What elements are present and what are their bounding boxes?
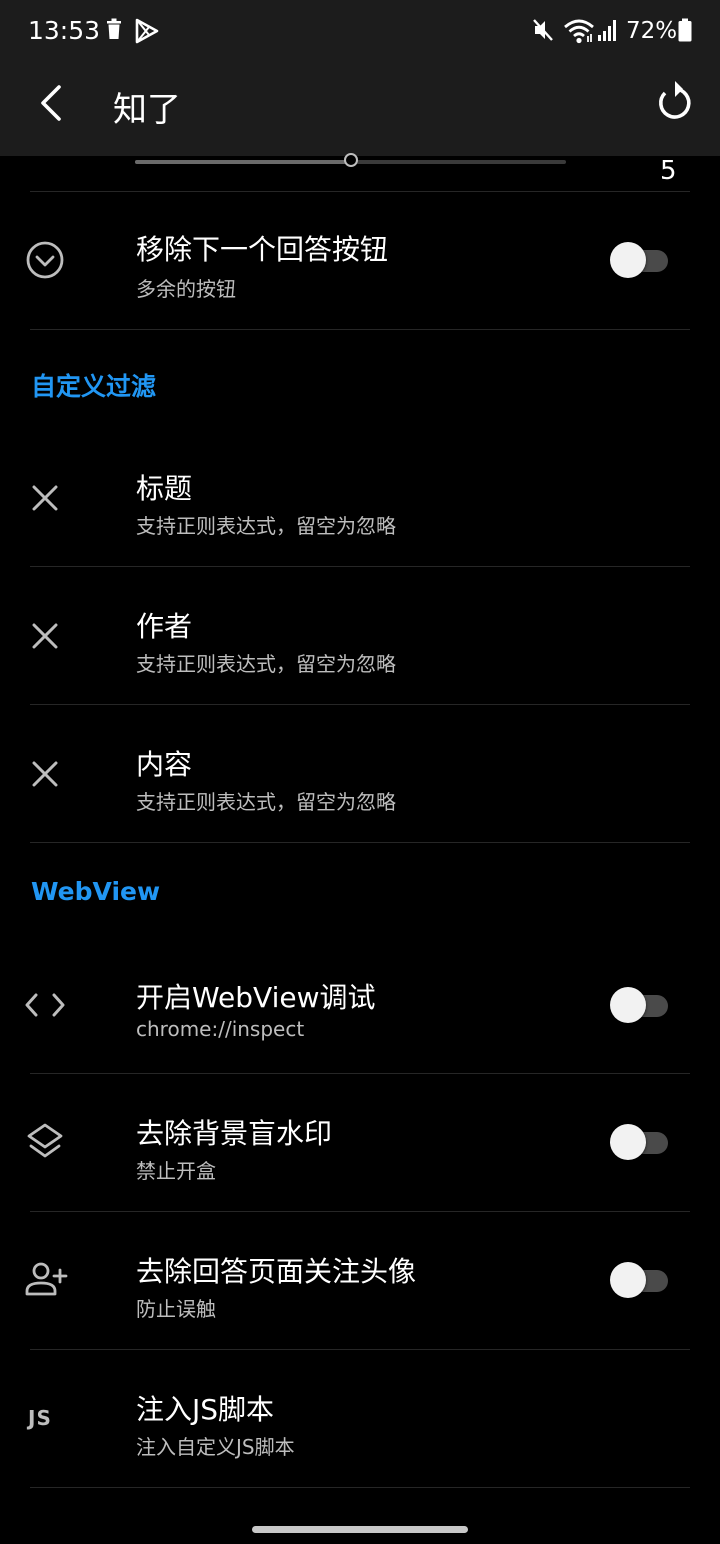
code-icon <box>25 993 65 1017</box>
cell-signal-icon <box>598 20 616 41</box>
status-bar: 13:53 72% <box>0 0 720 50</box>
page-title: 知了 <box>113 90 181 130</box>
section-header-webview: WebView <box>31 877 161 906</box>
battery-icon <box>678 18 692 42</box>
status-time: 13:53 <box>28 16 101 45</box>
person-add-icon <box>25 1262 68 1296</box>
toggle-knob <box>610 242 646 278</box>
toggle-knob <box>610 987 646 1023</box>
row-title: 去除背景盲水印 <box>136 1117 333 1150</box>
layers-icon <box>27 1123 63 1158</box>
slider-value: 5 <box>660 156 677 186</box>
remove-next-answer-toggle[interactable] <box>610 240 668 280</box>
toggle-knob <box>610 1124 646 1160</box>
divider <box>30 842 690 843</box>
slider-track[interactable] <box>135 153 566 167</box>
row-subtitle: 注入自定义JS脚本 <box>136 1435 295 1459</box>
row-subtitle: chrome://inspect <box>136 1017 305 1041</box>
row-subtitle: 支持正则表达式，留空为忽略 <box>136 514 396 538</box>
row-title: 作者 <box>136 610 193 643</box>
slider-thumb[interactable] <box>343 153 358 167</box>
close-icon <box>32 623 58 649</box>
webview-debug-row[interactable]: 开启WebView调试 chrome://inspect <box>0 937 720 1073</box>
row-subtitle: 多余的按钮 <box>136 277 236 301</box>
section-header-custom-filter: 自定义过滤 <box>31 372 157 401</box>
trash-icon <box>107 18 121 39</box>
row-subtitle: 防止误触 <box>136 1297 216 1321</box>
row-title: 去除回答页面关注头像 <box>136 1255 417 1288</box>
row-subtitle: 支持正则表达式，留空为忽略 <box>136 790 396 814</box>
remove-watermark-row[interactable]: 去除背景盲水印 禁止开盒 <box>0 1074 720 1211</box>
app-bar: 知了 <box>0 50 720 156</box>
filter-title-row[interactable]: 标题 支持正则表达式，留空为忽略 <box>0 429 720 566</box>
row-title: 开启WebView调试 <box>136 981 376 1014</box>
back-arrow-icon[interactable] <box>24 76 78 130</box>
filter-content-row[interactable]: 内容 支持正则表达式，留空为忽略 <box>0 705 720 842</box>
slider-fill <box>135 160 351 164</box>
mute-icon <box>533 19 553 41</box>
row-title: 注入JS脚本 <box>136 1393 275 1426</box>
remove-follow-avatar-row[interactable]: 去除回答页面关注头像 防止误触 <box>0 1212 720 1349</box>
refresh-icon[interactable] <box>648 76 702 130</box>
filter-author-row[interactable]: 作者 支持正则表达式，留空为忽略 <box>0 567 720 704</box>
preference-slider[interactable]: 5 <box>0 153 720 192</box>
js-icon: JS <box>28 1406 52 1430</box>
remove-follow-avatar-toggle[interactable] <box>610 1260 668 1300</box>
close-icon <box>32 485 58 511</box>
row-title: 移除下一个回答按钮 <box>136 233 389 266</box>
row-title: 内容 <box>136 748 193 781</box>
wifi-icon <box>564 19 594 44</box>
close-icon <box>32 761 58 787</box>
play-store-icon <box>135 18 159 44</box>
remove-watermark-toggle[interactable] <box>610 1122 668 1162</box>
home-indicator[interactable] <box>252 1526 468 1533</box>
webview-debug-toggle[interactable] <box>610 985 668 1025</box>
row-subtitle: 支持正则表达式，留空为忽略 <box>136 652 396 676</box>
chevron-circle-down-icon <box>26 241 64 279</box>
inject-js-row[interactable]: JS 注入JS脚本 注入自定义JS脚本 <box>0 1350 720 1487</box>
remove-next-answer-row[interactable]: 移除下一个回答按钮 多余的按钮 <box>0 192 720 329</box>
toggle-knob <box>610 1262 646 1298</box>
battery-percent: 72% <box>626 18 678 44</box>
row-title: 标题 <box>136 472 193 505</box>
divider <box>30 329 690 330</box>
divider <box>30 1487 690 1488</box>
row-subtitle: 禁止开盒 <box>136 1159 216 1183</box>
